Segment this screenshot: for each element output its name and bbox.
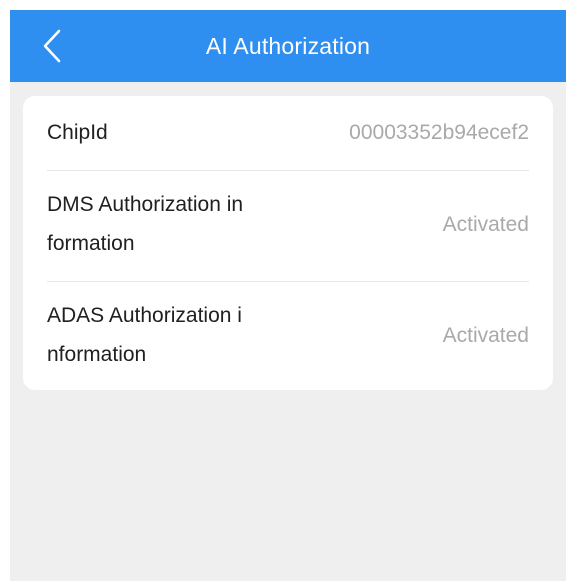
authorization-card: ChipId 00003352b94ecef2 DMS Authorizatio…	[23, 96, 553, 390]
page-title: AI Authorization	[205, 33, 371, 59]
adas-authorization-status: Activated	[442, 324, 529, 347]
row-dms-authorization[interactable]: DMS Authorization in formation Activated	[23, 171, 553, 281]
adas-authorization-label-line2: nformation	[47, 343, 147, 366]
app-screen: AI Authorization ChipId 00003352b94ecef2…	[10, 10, 566, 581]
dms-authorization-label-line1: DMS Authorization in	[47, 193, 244, 216]
dms-authorization-status: Activated	[442, 213, 529, 236]
dms-authorization-label-line2: formation	[47, 232, 135, 255]
row-adas-authorization[interactable]: ADAS Authorization i nformation Activate…	[23, 282, 553, 390]
chip-id-label: ChipId	[47, 121, 108, 144]
title-bar: AI Authorization	[10, 10, 566, 82]
row-chip-id[interactable]: ChipId 00003352b94ecef2	[23, 96, 553, 170]
chip-id-value: 00003352b94ecef2	[349, 121, 529, 144]
adas-authorization-label-line1: ADAS Authorization i	[47, 304, 242, 327]
